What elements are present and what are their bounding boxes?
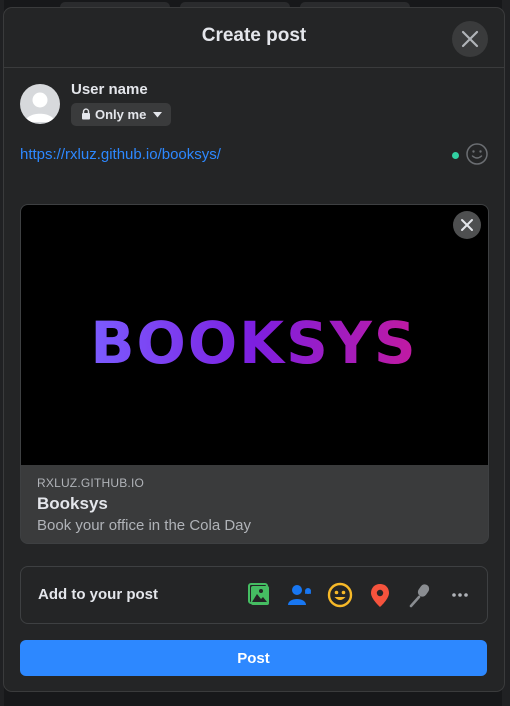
status-dot (452, 152, 459, 159)
post-text[interactable]: https://rxluz.github.io/booksys/ (20, 146, 221, 163)
create-post-dialog: Create post User name Only me https://rx… (4, 8, 504, 691)
remove-preview-button[interactable] (453, 211, 481, 239)
dialog-title: Create post (201, 25, 307, 46)
dialog-header: Create post (4, 8, 504, 68)
preview-domain: RXLUZ.GITHUB.IO (37, 476, 145, 490)
close-icon (461, 30, 479, 48)
close-button[interactable] (452, 21, 488, 57)
lock-icon (82, 108, 90, 120)
live-video-icon[interactable] (406, 581, 434, 609)
add-to-post-label: Add to your post (38, 586, 158, 603)
privacy-label: Only me (95, 107, 147, 122)
more-icon[interactable] (446, 581, 474, 609)
close-icon (461, 219, 473, 231)
add-to-post-bar: Add to your post (20, 566, 488, 624)
user-name: User name (71, 81, 148, 98)
tag-people-icon[interactable] (286, 581, 314, 609)
caret-down-icon (153, 112, 162, 118)
link-preview-card[interactable]: BOOKSYS RXLUZ.GITHUB.IO Booksys Book you… (20, 204, 489, 544)
user-silhouette-icon (25, 92, 55, 122)
preview-description: Book your office in the Cola Day (37, 517, 252, 534)
photo-video-icon[interactable] (246, 581, 274, 609)
emoji-picker-icon[interactable] (465, 142, 489, 166)
feeling-icon[interactable] (326, 581, 354, 609)
post-button-label: Post (237, 650, 270, 667)
preview-logo-text: BOOKSYS (90, 309, 417, 377)
post-button[interactable]: Post (20, 640, 487, 676)
link-preview-image: BOOKSYS (21, 205, 488, 465)
privacy-selector[interactable]: Only me (71, 103, 171, 126)
avatar (20, 84, 60, 124)
link-preview-meta: RXLUZ.GITHUB.IO Booksys Book your office… (21, 465, 488, 543)
check-in-icon[interactable] (366, 581, 394, 609)
preview-title: Booksys (37, 494, 108, 513)
